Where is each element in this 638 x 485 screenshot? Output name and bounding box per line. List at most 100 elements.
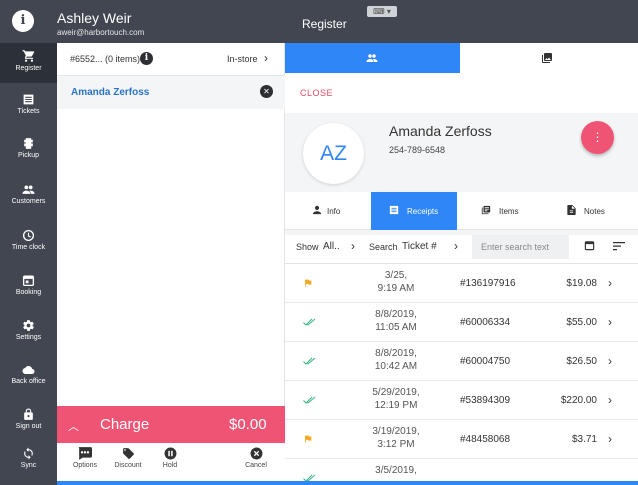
receipt-number: #53894309 <box>460 395 511 406</box>
items-icon <box>481 205 491 215</box>
flag-icon <box>305 279 312 287</box>
sidebar-item-tickets[interactable]: Tickets <box>0 87 57 127</box>
table-row[interactable]: 5/29/2019, 12:19 PM #53894309 $220.00 › <box>285 381 638 420</box>
discount-button[interactable]: Discount <box>108 447 148 469</box>
flag-icon <box>305 435 312 443</box>
cart-icon <box>22 50 34 62</box>
cart-customer-name[interactable]: Amanda Zerfoss <box>71 87 149 98</box>
receipt-date: 3/5/2019, <box>375 465 417 476</box>
sidebar-item-booking[interactable]: Booking <box>0 268 57 308</box>
remove-customer-icon[interactable]: ✕ <box>260 85 273 98</box>
receipt-date: 8/8/2019, 11:05 AM <box>375 309 417 333</box>
show-dropdown[interactable]: All.. <box>323 241 340 252</box>
people-icon <box>366 54 378 62</box>
cancel-icon <box>250 447 262 460</box>
chevron-right-icon[interactable]: › <box>264 51 268 65</box>
chevron-right-icon[interactable]: › <box>351 239 355 253</box>
chevron-right-icon[interactable]: › <box>608 315 612 329</box>
calendar-icon <box>22 275 35 287</box>
chevron-right-icon[interactable]: › <box>608 276 612 290</box>
people-icon <box>22 185 35 194</box>
receipt-total: $220.00 <box>560 395 597 406</box>
chevron-right-icon[interactable]: › <box>608 432 612 446</box>
chevron-up-icon[interactable]: ︿ <box>68 418 79 434</box>
close-button[interactable]: CLOSE <box>300 88 333 98</box>
tab-info-label: Info <box>327 207 341 216</box>
receipt-total: $55.00 <box>566 317 597 328</box>
sidebar-item-time-clock[interactable]: Time clock <box>0 223 57 263</box>
calendar-icon[interactable] <box>584 240 595 253</box>
table-row[interactable]: 8/8/2019, 11:05 AM #60006334 $55.00 › <box>285 303 638 342</box>
charge-amount: $0.00 <box>229 416 267 433</box>
sidebar-item-label: Register <box>15 65 42 72</box>
table-row[interactable]: 3/25, 9:19 AM #136197916 $19.08 › <box>285 264 638 303</box>
tab-items[interactable]: Items <box>457 192 543 230</box>
receipt-date: 3/19/2019, 3:12 PM <box>372 426 420 450</box>
more-actions-button[interactable]: ⋮ <box>581 121 614 154</box>
chevron-right-icon[interactable]: › <box>454 239 458 253</box>
notes-icon <box>567 205 576 215</box>
double-check-icon <box>303 396 316 404</box>
sidebar-item-register[interactable]: Register <box>0 43 57 83</box>
sidebar-item-label: Pickup <box>17 152 39 159</box>
table-row[interactable]: 8/8/2019, 10:42 AM #60004750 $26.50 › <box>285 342 638 381</box>
receipt-total: $19.08 <box>566 278 597 289</box>
sort-icon[interactable] <box>613 241 625 253</box>
receipt-icon <box>389 205 399 215</box>
tab-customers[interactable] <box>285 43 460 73</box>
receipt-total: $26.50 <box>566 356 597 367</box>
ticket-info-icon[interactable]: i <box>140 52 153 65</box>
tab-gallery[interactable] <box>460 43 638 73</box>
order-type-selector[interactable]: In-store <box>227 54 258 64</box>
tab-notes-label: Notes <box>584 207 605 216</box>
pause-icon <box>164 447 176 460</box>
receipt-date: 5/29/2019, 12:19 PM <box>372 387 420 411</box>
table-row[interactable]: 3/19/2019, 3:12 PM #48458068 $3.71 › <box>285 420 638 459</box>
user-email: aweir@harbortouch.com <box>57 28 145 37</box>
hold-button[interactable]: Hold <box>150 447 190 469</box>
chevron-right-icon[interactable]: › <box>608 393 612 407</box>
search-field-dropdown[interactable]: Ticket # <box>402 241 437 252</box>
receipt-number: #136197916 <box>460 278 516 289</box>
sidebar-item-label: Sync <box>20 462 37 469</box>
search-input[interactable]: Enter search text <box>472 235 569 259</box>
ticket-number[interactable]: #6552... (0 items) <box>70 54 140 64</box>
sidebar-item-back-office[interactable]: Back office <box>0 358 57 398</box>
customer-tabs: Info Receipts Items Notes <box>285 192 638 230</box>
info-button[interactable]: i <box>12 10 34 32</box>
person-icon <box>312 205 322 215</box>
tab-receipts-label: Receipts <box>407 207 439 216</box>
hold-label: Hold <box>162 462 178 469</box>
search-label: Search <box>369 242 398 252</box>
sidebar-item-sign-out[interactable]: Sign out <box>0 402 57 442</box>
charge-button[interactable]: ︿ Charge $0.00 <box>57 406 285 443</box>
receipt-icon <box>23 94 34 105</box>
cancel-button[interactable]: Cancel <box>236 447 276 469</box>
sidebar-item-label: Time clock <box>11 244 46 251</box>
ticket-bar: #6552... (0 items) i In-store › <box>57 43 285 76</box>
sidebar-item-pickup[interactable]: Pickup <box>0 131 57 171</box>
customer-panel: CLOSE AZ Amanda Zerfoss 254-789-6548 ⋮ I… <box>285 43 638 485</box>
double-check-icon <box>303 357 316 365</box>
charge-label: Charge <box>100 416 150 433</box>
receipt-total: $3.71 <box>571 434 597 445</box>
customer-phone: 254-789-6548 <box>389 145 446 155</box>
sidebar-item-label: Customers <box>11 198 46 205</box>
chevron-right-icon[interactable]: › <box>608 354 612 368</box>
customer-name: Amanda Zerfoss <box>389 123 492 139</box>
cancel-label: Cancel <box>245 462 267 469</box>
avatar: AZ <box>303 123 364 184</box>
keyboard-toggle-icon[interactable]: ⌨ ▾ <box>367 6 397 17</box>
sidebar-item-sync[interactable]: Sync <box>0 441 57 481</box>
cart-customer-row[interactable]: Amanda Zerfoss ✕ <box>57 76 285 109</box>
tab-info[interactable]: Info <box>285 192 370 230</box>
tab-notes[interactable]: Notes <box>543 192 629 230</box>
clock-icon <box>22 229 35 242</box>
bottom-edge-bar <box>57 481 638 485</box>
sidebar-nav: Register Tickets Pickup Customers Time c… <box>0 43 57 485</box>
sidebar-item-settings[interactable]: Settings <box>0 313 57 353</box>
sidebar-item-customers[interactable]: Customers <box>0 177 57 217</box>
sidebar-item-label: Settings <box>15 334 42 341</box>
options-button[interactable]: Options <box>65 447 105 469</box>
tab-receipts[interactable]: Receipts <box>371 192 457 230</box>
